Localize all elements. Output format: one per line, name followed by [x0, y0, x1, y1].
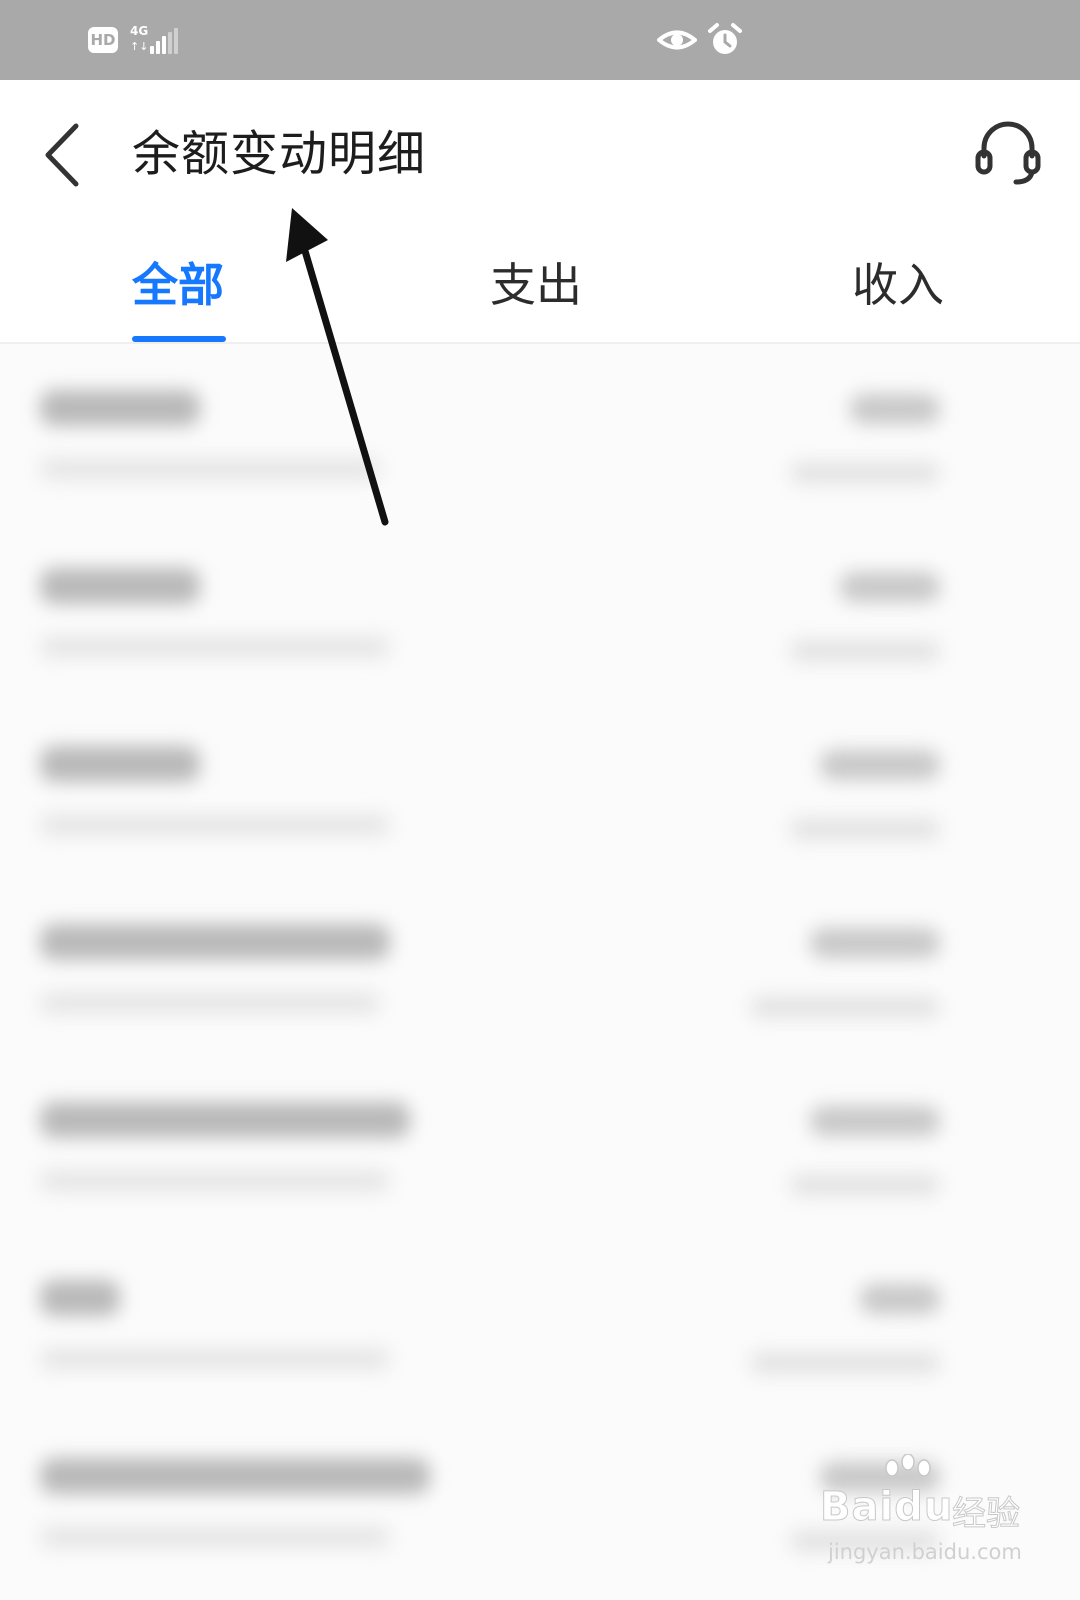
- signal-icon: [150, 28, 180, 54]
- watermark-brand: Baidu: [819, 1484, 954, 1531]
- tab-all[interactable]: 全部: [132, 250, 224, 320]
- app-header: 余额变动明细: [0, 80, 1080, 230]
- list-item[interactable]: [0, 354, 1080, 532]
- list-item[interactable]: [0, 1244, 1080, 1422]
- filter-tabs: 全部 支出 收入: [0, 230, 1080, 344]
- headset-icon[interactable]: [972, 116, 1044, 188]
- page-title: 余额变动明细: [132, 126, 427, 182]
- list-item[interactable]: [0, 532, 1080, 710]
- watermark-brand-cn: 经验: [952, 1494, 1021, 1535]
- network-type-label: 4G: [130, 24, 149, 38]
- tab-expense[interactable]: 支出: [490, 250, 582, 320]
- network-arrows: ↑↓: [130, 40, 149, 53]
- baidu-watermark: Baidu 经验 jingyan.baidu.com: [819, 1454, 1030, 1574]
- status-bar: HD 4G ↑↓: [0, 0, 1080, 80]
- alarm-icon: [708, 23, 742, 54]
- chevron-left-icon[interactable]: [38, 120, 88, 190]
- eye-icon: [657, 30, 697, 50]
- list-item[interactable]: [0, 1066, 1080, 1244]
- watermark-url: jingyan.baidu.com: [828, 1540, 1022, 1564]
- hd-icon: HD: [88, 27, 118, 53]
- transaction-list: [0, 344, 1080, 1600]
- list-item[interactable]: [0, 888, 1080, 1066]
- active-tab-indicator: [132, 336, 226, 342]
- list-item[interactable]: [0, 710, 1080, 888]
- tab-income[interactable]: 收入: [852, 250, 944, 320]
